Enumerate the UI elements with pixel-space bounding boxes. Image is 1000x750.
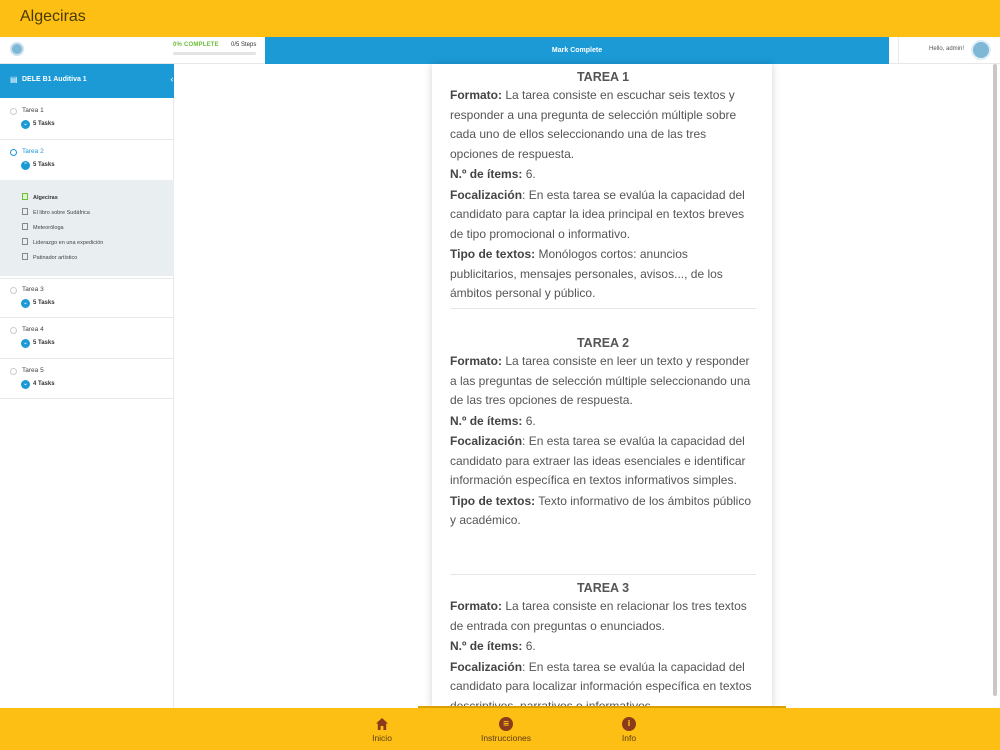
- status-circle-icon: [10, 287, 17, 294]
- chevron-up-icon: ⌃: [21, 161, 30, 170]
- avatar[interactable]: [971, 40, 991, 60]
- status-circle-icon: [10, 368, 17, 375]
- formato-text: Formato: La tarea consiste en leer un te…: [450, 354, 751, 407]
- document-icon: ▤: [10, 75, 18, 84]
- nav-instrucciones-button[interactable]: ≡ Instrucciones: [461, 717, 551, 743]
- tarea-2-block: TAREA 2 Formato: La tarea consiste en le…: [450, 336, 756, 532]
- chevron-down-icon: ⌄: [21, 380, 30, 389]
- nav-inicio-button[interactable]: Inicio: [337, 717, 427, 743]
- app-title: Algeciras: [20, 8, 86, 25]
- tipo-text: Tipo de textos: Texto informativo de los…: [450, 493, 752, 528]
- section-name: Tarea 3: [22, 286, 44, 293]
- lesson-doc-icon: [22, 253, 28, 260]
- user-menu[interactable]: Hello, admin!: [898, 37, 1000, 64]
- course-header[interactable]: ▤ DELE B1 Auditiva 1: [0, 64, 174, 98]
- home-icon: [376, 718, 388, 730]
- lesson-item[interactable]: Meteoróloga: [22, 223, 64, 231]
- chevron-down-icon: ⌄: [21, 120, 30, 129]
- lesson-item-algeciras[interactable]: Algeciras: [22, 193, 58, 201]
- section-task-count[interactable]: ⌄ 5 Tasks: [21, 339, 55, 348]
- chevron-down-icon: ⌄: [21, 299, 30, 308]
- lesson-doc-icon: [22, 223, 28, 230]
- sidebar-section-tarea-1[interactable]: Tarea 1 ⌄ 5 Tasks: [0, 100, 174, 140]
- sidebar-section-tarea-5[interactable]: Tarea 5 ⌄ 4 Tasks: [0, 360, 174, 399]
- site-logo-icon[interactable]: [10, 42, 24, 56]
- section-name: Tarea 4: [22, 326, 44, 333]
- focalizacion-text: Focalización: En esta tarea se evalúa la…: [450, 187, 745, 241]
- course-title: DELE B1 Auditiva 1: [22, 76, 87, 83]
- divider: [450, 574, 756, 575]
- items-text: N.º de ítems: 6.: [450, 413, 536, 428]
- status-circle-icon: [10, 149, 17, 156]
- chevron-down-icon: ⌄: [21, 339, 30, 348]
- section-task-count[interactable]: ⌃ 5 Tasks: [21, 161, 55, 170]
- lesson-list: Algeciras El libro sobre Sudáfrica Meteo…: [0, 180, 174, 276]
- status-circle-icon: [10, 327, 17, 334]
- scrollbar[interactable]: [993, 64, 997, 696]
- items-text: N.º de ítems: 6.: [450, 167, 536, 181]
- status-circle-icon: [10, 108, 17, 115]
- lesson-item[interactable]: Patinador artístico: [22, 253, 77, 261]
- lesson-item[interactable]: El libro sobre Sudáfrica: [22, 208, 90, 216]
- items-text: N.º de ítems: 6.: [450, 639, 536, 653]
- section-task-count[interactable]: ⌄ 5 Tasks: [21, 299, 55, 308]
- tarea-3-block: TAREA 3 Formato: La tarea consiste en re…: [450, 581, 756, 708]
- tarea-1-block: TAREA 1 Formato: La tarea consiste en es…: [450, 70, 756, 305]
- tipo-text: Tipo de textos: Monólogos cortos: anunci…: [450, 247, 723, 300]
- sidebar-section-tarea-2[interactable]: Tarea 2 ⌃ 5 Tasks: [0, 141, 174, 180]
- nav-info-button[interactable]: i Info: [584, 717, 674, 743]
- progress-steps: 0/5 Steps: [231, 42, 257, 48]
- sidebar-section-tarea-3[interactable]: Tarea 3 ⌄ 5 Tasks: [0, 278, 174, 318]
- course-sidebar: ▤ DELE B1 Auditiva 1 Tarea 1 ⌄ 5 Tasks Ta…: [0, 64, 174, 708]
- bottom-nav: Inicio ≡ Instrucciones i Info: [0, 706, 1000, 750]
- tarea-title: TAREA 2: [576, 336, 630, 350]
- info-icon: i: [622, 717, 636, 731]
- formato-text: Formato: La tarea consiste en relacionar…: [450, 599, 747, 633]
- section-task-count[interactable]: ⌄ 4 Tasks: [21, 380, 55, 389]
- focalizacion-text: Focalización: En esta tarea se evalúa la…: [450, 659, 752, 709]
- user-greeting: Hello, admin!: [929, 46, 965, 52]
- divider: [450, 308, 756, 309]
- nav-label: Inicio: [372, 733, 392, 743]
- lesson-doc-icon: [22, 238, 28, 245]
- tarea-title: TAREA 3: [576, 581, 630, 595]
- section-name: Tarea 5: [22, 367, 44, 374]
- list-icon: ≡: [499, 717, 513, 731]
- lesson-item[interactable]: Liderazgo en una expedición: [22, 238, 103, 246]
- lesson-doc-icon: [22, 208, 28, 215]
- tarea-title: TAREA 1: [576, 70, 630, 84]
- top-app-bar: Algeciras: [0, 0, 1000, 37]
- progress-percent: 0% COMPLETE: [173, 42, 219, 48]
- divider: [418, 706, 786, 708]
- section-name: Tarea 2: [22, 148, 44, 155]
- lesson-card: TAREA 1 Formato: La tarea consiste en es…: [432, 64, 772, 708]
- progress-track: [173, 52, 256, 55]
- section-task-count[interactable]: ⌄ 5 Tasks: [21, 120, 55, 129]
- sidebar-section-tarea-4[interactable]: Tarea 4 ⌄ 5 Tasks: [0, 319, 174, 359]
- section-name: Tarea 1: [22, 107, 44, 114]
- nav-label: Instrucciones: [480, 733, 532, 743]
- mark-complete-button[interactable]: Mark Complete: [265, 37, 889, 64]
- formato-text: Formato: La tarea consiste en escuchar s…: [450, 88, 737, 161]
- lesson-content: TAREA 1 Formato: La tarea consiste en es…: [174, 64, 1000, 708]
- nav-label: Info: [621, 733, 637, 743]
- focalizacion-text: Focalización: En esta tarea se evalúa la…: [450, 434, 746, 487]
- lesson-doc-icon: [22, 193, 28, 200]
